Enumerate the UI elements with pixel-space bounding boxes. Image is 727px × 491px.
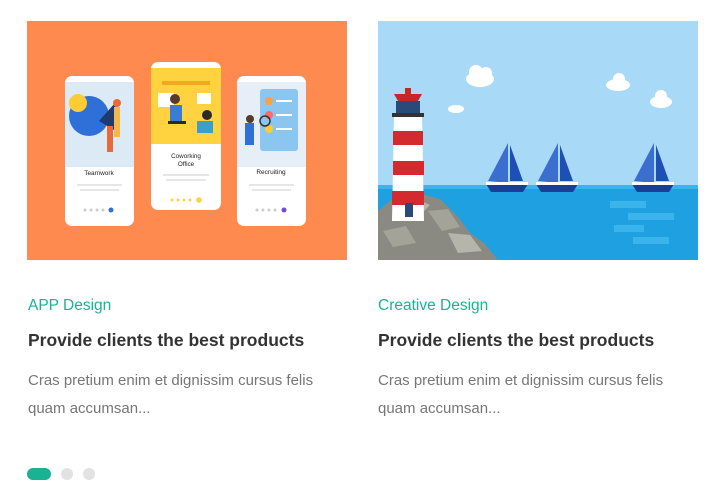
phone-teamwork: Teamwork (65, 76, 134, 226)
post-category-link[interactable]: APP Design (28, 297, 111, 315)
post-category-link[interactable]: Creative Design (378, 297, 488, 315)
phone-coworking-office: Coworking Office (151, 62, 221, 210)
lighthouse-icon (392, 88, 424, 221)
phone-label-recruiting: Recruiting (256, 169, 286, 176)
post-card-2: Creative Design Provide clients the best… (378, 21, 698, 417)
phone-label-teamwork: Teamwork (84, 170, 114, 177)
onboarding-screens-illustration: Teamwork Coworking Office Recruiting (27, 21, 347, 260)
phone-recruiting: Recruiting (237, 76, 306, 226)
phone-label-office: Office (178, 161, 195, 168)
post-excerpt: Cras pretium enim et dignissim cursus fe… (378, 372, 664, 417)
post-thumbnail-app-design[interactable]: Teamwork Coworking Office Recruiting (27, 21, 347, 260)
carousel-dot-3[interactable] (83, 468, 95, 480)
lighthouse-sailboats-illustration (378, 21, 698, 260)
phone-label-coworking: Coworking (171, 153, 201, 160)
post-excerpt: Cras pretium enim et dignissim cursus fe… (28, 372, 314, 417)
carousel-dot-2[interactable] (61, 468, 73, 480)
post-title[interactable]: Provide clients the best products (378, 330, 654, 351)
post-card-1: Teamwork Coworking Office Recruiting APP… (27, 21, 347, 417)
carousel-dot-1[interactable] (27, 468, 51, 480)
post-title[interactable]: Provide clients the best products (28, 330, 304, 351)
post-thumbnail-creative-design[interactable] (378, 21, 698, 260)
